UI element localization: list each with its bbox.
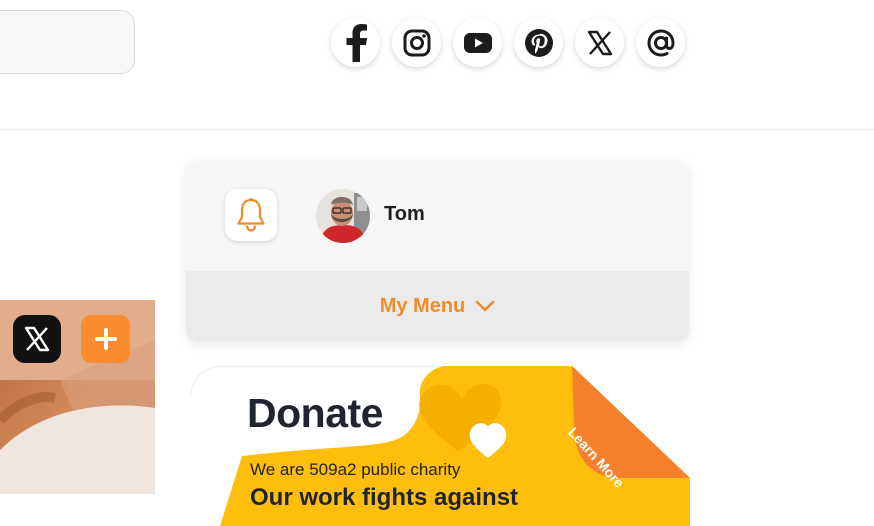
facebook-link[interactable]	[331, 18, 380, 67]
user-name[interactable]: Tom	[384, 203, 425, 226]
my-menu-toggle[interactable]: My Menu	[186, 271, 689, 341]
featured-image	[0, 300, 155, 494]
notifications-button[interactable]	[225, 189, 277, 241]
pinterest-link[interactable]	[514, 18, 563, 67]
user-card: Tom My Menu	[186, 161, 689, 341]
donate-subtitle: We are 509a2 public charity	[250, 460, 461, 479]
bell-icon	[237, 198, 265, 232]
instagram-icon	[403, 29, 430, 56]
threads-link[interactable]	[636, 18, 685, 67]
donate-card[interactable]: Donate We are 509a2 public charity Our w…	[190, 366, 690, 526]
donate-title: Donate	[247, 390, 383, 436]
x-link[interactable]	[575, 18, 624, 67]
share-more-button[interactable]	[81, 315, 130, 363]
youtube-icon	[463, 32, 492, 53]
x-icon	[24, 326, 50, 352]
header-divider	[0, 129, 874, 130]
pinterest-icon	[524, 28, 553, 57]
share-x-button[interactable]	[13, 315, 61, 363]
avatar[interactable]	[316, 189, 370, 243]
x-icon	[587, 30, 612, 55]
plus-icon	[94, 328, 117, 350]
search-input[interactable]	[0, 10, 135, 74]
facebook-icon	[346, 23, 367, 62]
at-icon	[646, 28, 675, 57]
chevron-down-icon	[475, 300, 495, 312]
youtube-link[interactable]	[453, 18, 502, 67]
my-menu-label: My Menu	[379, 294, 466, 317]
instagram-link[interactable]	[392, 18, 441, 67]
social-links	[331, 18, 685, 67]
donate-tagline: Our work fights against	[250, 484, 519, 511]
